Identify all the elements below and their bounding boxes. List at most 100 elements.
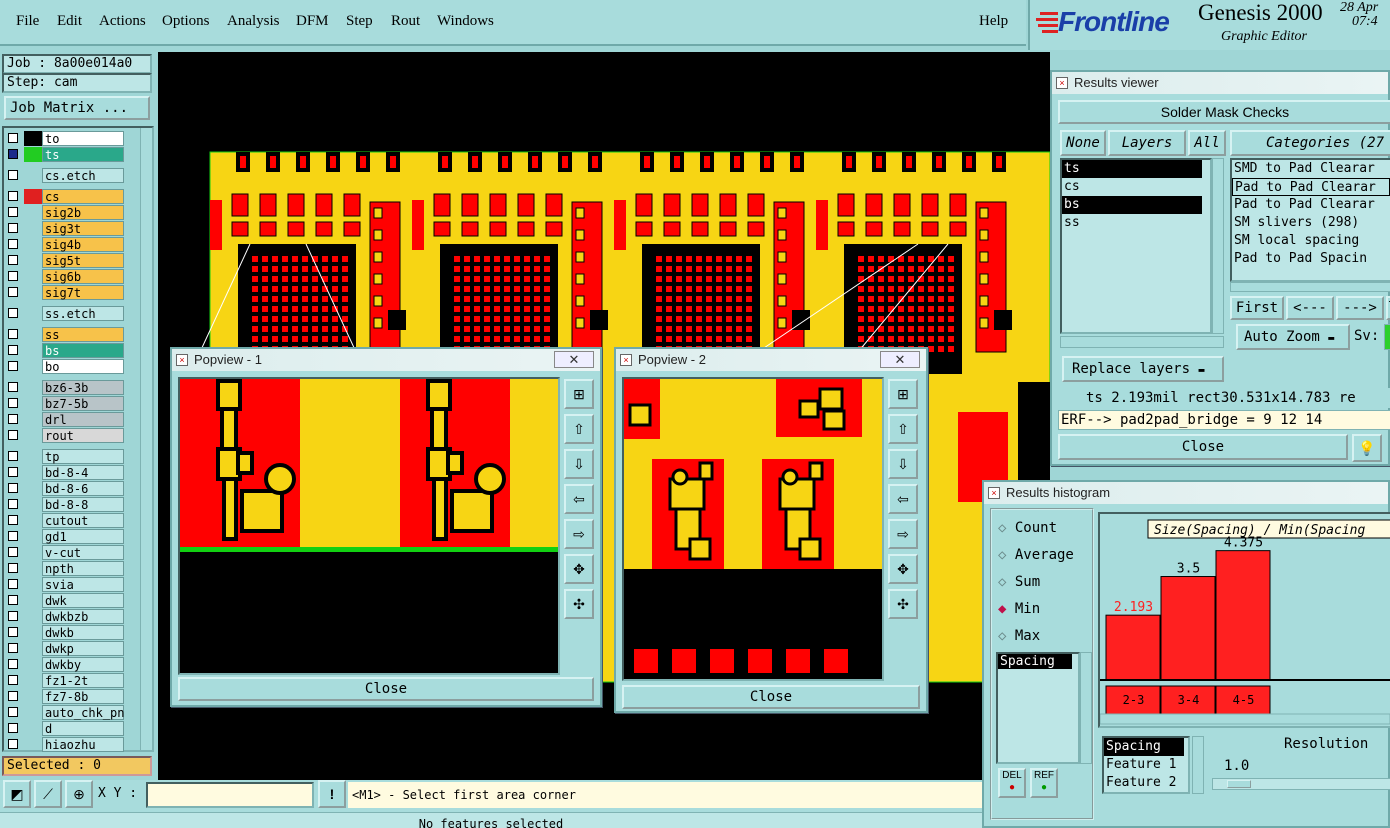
layer-name[interactable]: dwkb — [42, 625, 124, 640]
layer-color-swatch[interactable] — [24, 147, 42, 162]
layer-color-swatch[interactable] — [24, 609, 42, 624]
categories-hscrollbar[interactable] — [1230, 282, 1390, 292]
layer-name[interactable]: d — [42, 721, 124, 736]
layer-row[interactable]: cs — [6, 189, 124, 204]
layer-checkbox[interactable] — [8, 345, 18, 355]
layer-color-swatch[interactable] — [24, 673, 42, 688]
layer-row[interactable]: sig7t — [6, 285, 124, 300]
layer-color-swatch[interactable] — [24, 396, 42, 411]
layer-checkbox[interactable] — [8, 563, 18, 573]
layer-name[interactable]: auto_chk_pn — [42, 705, 124, 720]
layer-row[interactable]: d — [6, 721, 124, 736]
layer-color-swatch[interactable] — [24, 641, 42, 656]
layer-color-swatch[interactable] — [24, 269, 42, 284]
pan-right-icon[interactable]: ⇨ — [564, 519, 594, 549]
results-layer-item[interactable]: cs — [1062, 178, 1202, 196]
layer-name[interactable]: sig7t — [42, 285, 124, 300]
results-layer-item[interactable]: ss — [1062, 214, 1202, 232]
layer-checkbox[interactable] — [8, 611, 18, 621]
layer-row[interactable]: fz7-8b — [6, 689, 124, 704]
results-layer-list[interactable]: ts cs bs ss — [1060, 158, 1212, 334]
layer-list-hscrollbar[interactable] — [1060, 336, 1224, 348]
layer-color-swatch[interactable] — [24, 625, 42, 640]
layer-row[interactable]: fz1-2t — [6, 673, 124, 688]
layer-checkbox[interactable] — [8, 659, 18, 669]
layer-row[interactable]: gd1 — [6, 529, 124, 544]
layer-name[interactable]: bo — [42, 359, 124, 374]
layer-row[interactable]: bo — [6, 359, 124, 374]
mode-radio[interactable]: ◇ Max — [998, 628, 1040, 644]
all-button[interactable]: All — [1188, 130, 1226, 156]
histogram-bar[interactable] — [1105, 614, 1161, 681]
layer-row[interactable]: sig5t — [6, 253, 124, 268]
layer-color-swatch[interactable] — [24, 253, 42, 268]
layer-name[interactable]: bs — [42, 343, 124, 358]
layer-color-swatch[interactable] — [24, 189, 42, 204]
category-item[interactable]: Pad to Pad Spacin — [1232, 250, 1390, 268]
layer-checkbox[interactable] — [8, 707, 18, 717]
category-item[interactable]: Pad to Pad Clearar — [1232, 178, 1390, 196]
layer-checkbox[interactable] — [8, 133, 18, 143]
pan-up-icon[interactable]: ⇧ — [888, 414, 918, 444]
layer-checkbox[interactable] — [8, 361, 18, 371]
layer-name[interactable]: bd-8-8 — [42, 497, 124, 512]
slider-thumb[interactable] — [1227, 780, 1251, 788]
measure-list-item[interactable]: Spacing — [998, 654, 1072, 669]
layer-color-swatch[interactable] — [24, 721, 42, 736]
layer-checkbox[interactable] — [8, 531, 18, 541]
layer-checkbox[interactable] — [8, 515, 18, 525]
layer-name[interactable]: sig2b — [42, 205, 124, 220]
popview-2-canvas[interactable] — [622, 377, 884, 681]
layer-row[interactable]: ss — [6, 327, 124, 342]
layer-color-swatch[interactable] — [24, 689, 42, 704]
pan-right-icon[interactable]: ⇨ — [888, 519, 918, 549]
layer-name[interactable]: fz7-8b — [42, 689, 124, 704]
category-item[interactable]: Pad to Pad Clearar — [1232, 196, 1390, 214]
popview-1-canvas[interactable] — [178, 377, 560, 675]
layer-color-swatch[interactable] — [24, 205, 42, 220]
layer-name[interactable]: bd-8-4 — [42, 465, 124, 480]
layer-name[interactable]: drl — [42, 412, 124, 427]
layer-row[interactable]: hiaozhu — [6, 737, 124, 752]
zoom-out-icon[interactable]: ✣ — [564, 589, 594, 619]
layer-row[interactable]: bd-8-4 — [6, 465, 124, 480]
layer-checkbox[interactable] — [8, 483, 18, 493]
layer-name[interactable]: dwkp — [42, 641, 124, 656]
layer-name[interactable]: bz7-5b — [42, 396, 124, 411]
menu-options[interactable]: Options — [162, 13, 210, 30]
layer-checkbox[interactable] — [8, 627, 18, 637]
alert-icon[interactable]: ! — [318, 780, 346, 808]
layer-row[interactable]: ts — [6, 147, 124, 162]
measure-list[interactable]: Spacing — [996, 652, 1080, 764]
layer-checkbox[interactable] — [8, 547, 18, 557]
layer-name[interactable]: gd1 — [42, 529, 124, 544]
zoom-fit-icon[interactable]: ⊞ — [888, 379, 918, 409]
layer-checkbox[interactable] — [8, 239, 18, 249]
xy-input[interactable] — [146, 782, 314, 808]
layer-color-swatch[interactable] — [24, 428, 42, 443]
layer-color-swatch[interactable] — [24, 131, 42, 146]
layer-checkbox[interactable] — [8, 643, 18, 653]
popview-2-titlebar[interactable]: × Popview - 2 ✕ — [616, 349, 926, 371]
layer-row[interactable]: v-cut — [6, 545, 124, 560]
layer-checkbox[interactable] — [8, 499, 18, 509]
last-button[interactable]: l — [1386, 296, 1390, 320]
measure-icon[interactable]: ⟋ — [34, 780, 62, 808]
layer-name[interactable]: fz1-2t — [42, 673, 124, 688]
layer-checkbox[interactable] — [8, 675, 18, 685]
layer-color-swatch[interactable] — [24, 529, 42, 544]
close-icon[interactable]: ✕ — [554, 351, 594, 368]
layer-checkbox[interactable] — [8, 191, 18, 201]
close-icon[interactable]: ✕ — [880, 351, 920, 368]
layer-row[interactable]: dwkbzb — [6, 609, 124, 624]
menu-windows[interactable]: Windows — [437, 13, 494, 30]
layer-name[interactable]: dwkbzb — [42, 609, 124, 624]
layer-row[interactable]: sig2b — [6, 205, 124, 220]
layer-list-scrollbar[interactable] — [140, 128, 152, 750]
layer-color-swatch[interactable] — [24, 577, 42, 592]
layer-name[interactable]: ss — [42, 327, 124, 342]
layer-checkbox[interactable] — [8, 149, 18, 159]
auto-zoom-select[interactable]: Auto Zoom ▬ — [1236, 324, 1350, 350]
sv-indicator[interactable] — [1384, 324, 1390, 350]
layer-name[interactable]: ss.etch — [42, 306, 124, 321]
